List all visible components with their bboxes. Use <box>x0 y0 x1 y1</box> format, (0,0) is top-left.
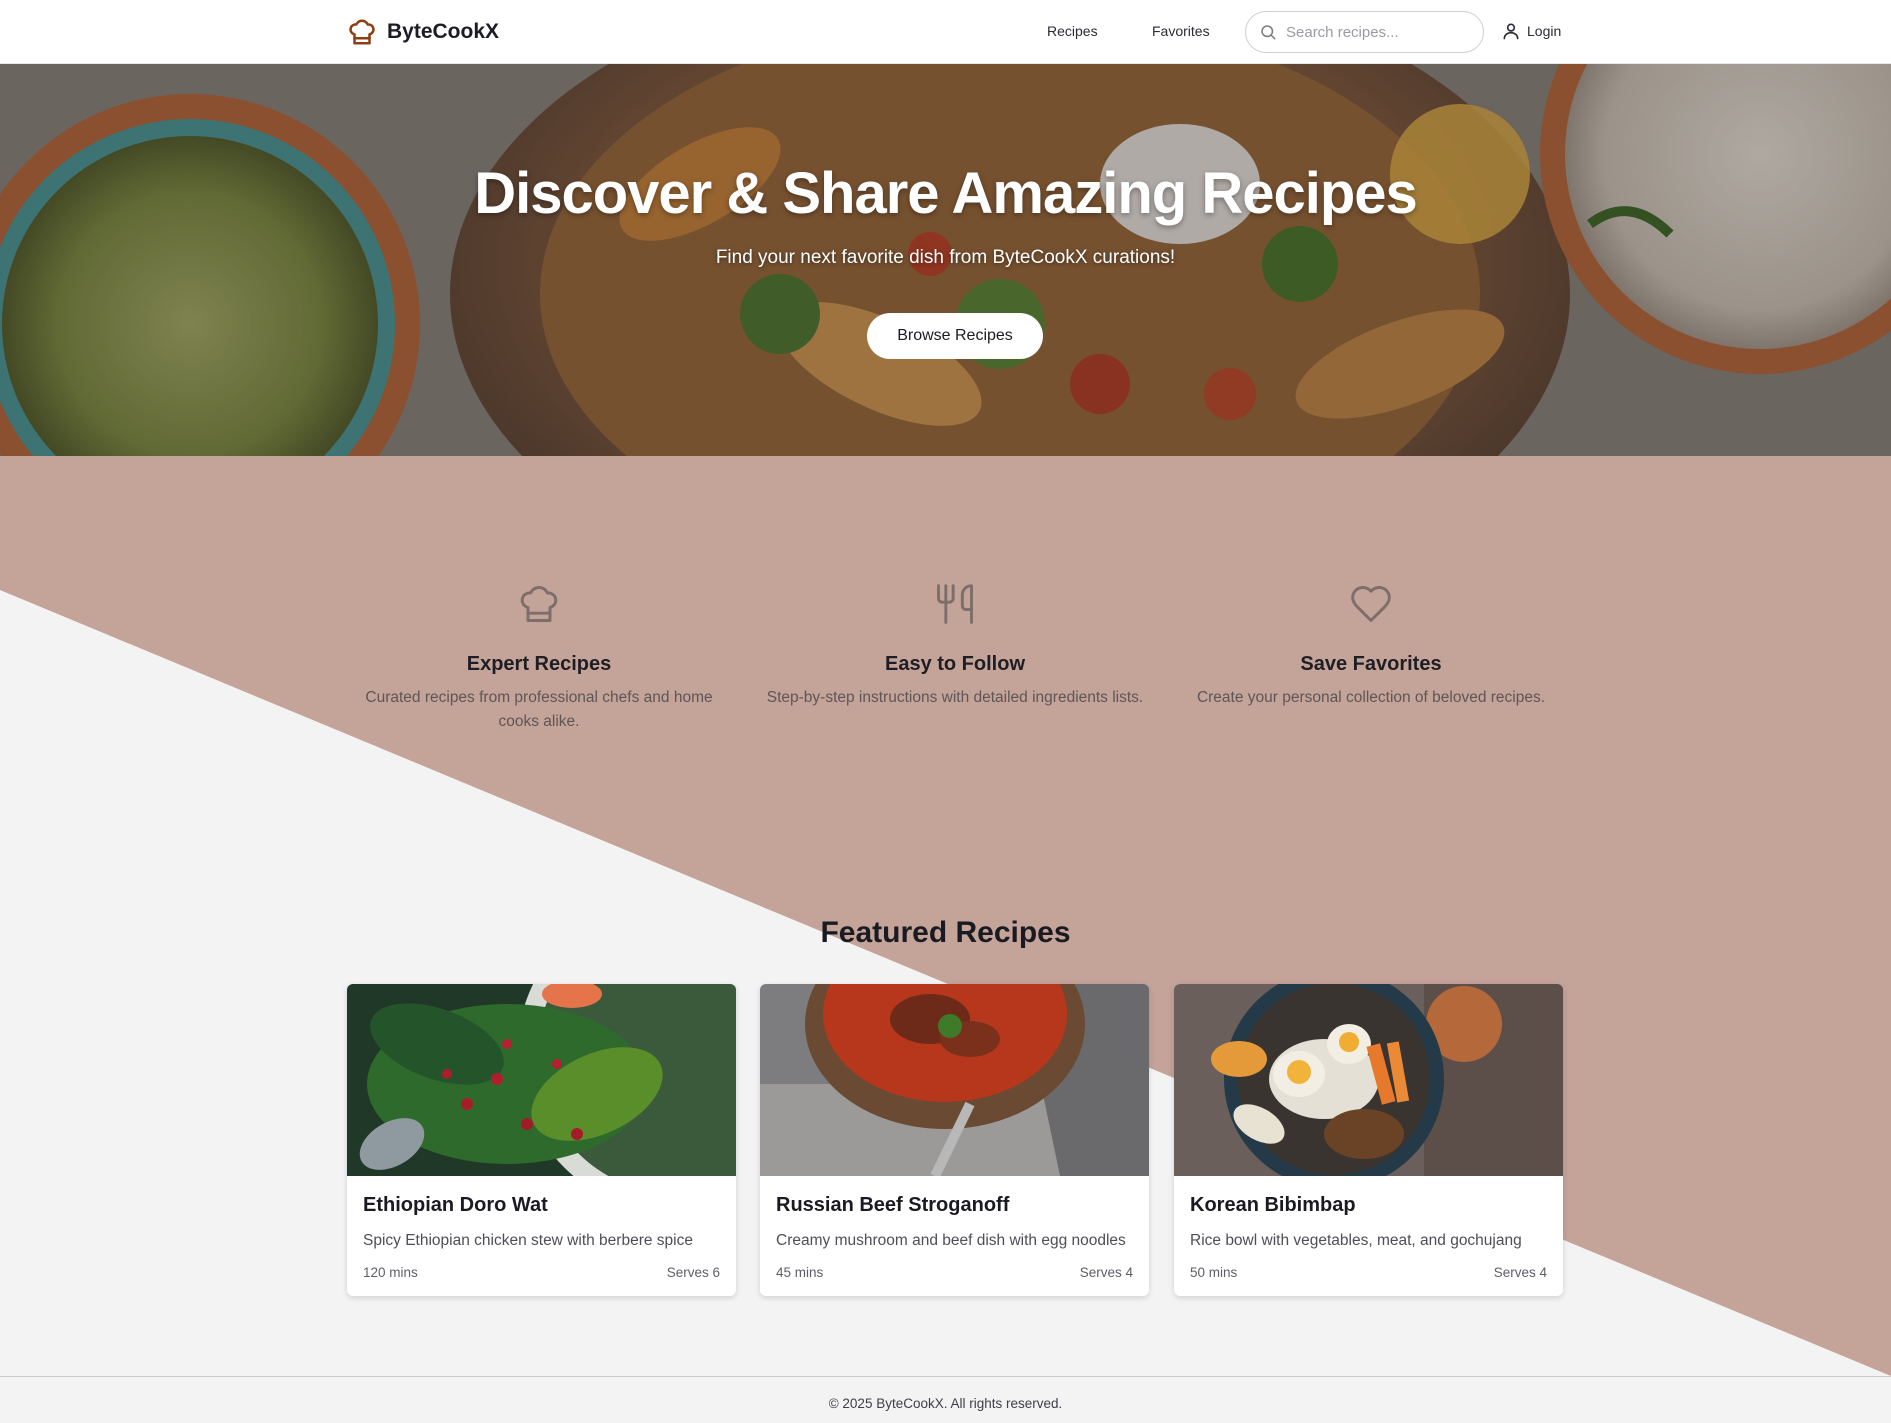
chef-hat-icon <box>349 19 375 45</box>
feature-title: Easy to Follow <box>884 653 1026 675</box>
recipe-serves: Serves 4 <box>1493 1265 1547 1280</box>
feature-description: Curated recipes from professional chefs … <box>365 689 713 730</box>
login-button[interactable]: Login <box>1501 21 1561 41</box>
search-box[interactable] <box>1245 11 1484 53</box>
feature-title: Save Favorites <box>1300 653 1442 675</box>
recipe-card-ethiopian-doro-wat[interactable]: Ethiopian Doro Wat Spicy Ethiopian chick… <box>347 984 736 1296</box>
feature-description: Step-by-step instructions with detailed … <box>766 689 1144 706</box>
recipe-meta: 45 mins Serves 4 <box>776 1265 1133 1280</box>
brand-logo-link[interactable]: ByteCookX <box>347 17 499 47</box>
page-footer: © 2025 ByteCookX. All rights reserved. <box>0 1376 1891 1423</box>
chef-hat-icon <box>520 586 558 622</box>
recipe-description: Creamy mushroom and beef dish with egg n… <box>776 1232 1126 1249</box>
recipe-time: 120 mins <box>363 1265 418 1280</box>
utensils-icon <box>937 584 973 624</box>
recipe-description: Rice bowl with vegetables, meat, and goc… <box>1190 1232 1522 1249</box>
feature-save-favorites: Save Favorites Create your personal coll… <box>1181 580 1561 710</box>
hero-title: Discover & Share Amazing Recipes <box>474 161 1418 226</box>
feature-description: Create your personal collection of belov… <box>1196 689 1546 706</box>
recipe-description: Spicy Ethiopian chicken stew with berber… <box>363 1232 693 1249</box>
nav-link-recipes[interactable]: Recipes <box>1047 23 1098 39</box>
recipe-image-soup <box>760 984 1149 1176</box>
recipe-title: Russian Beef Stroganoff <box>776 1194 1010 1216</box>
recipe-meta: 50 mins Serves 4 <box>1190 1265 1547 1280</box>
recipe-meta: 120 mins Serves 6 <box>363 1265 720 1280</box>
top-navbar: ByteCookX Recipes Favorites Login <box>0 0 1891 64</box>
search-input[interactable] <box>1286 23 1466 41</box>
nav-link-favorites[interactable]: Favorites <box>1152 23 1210 39</box>
feature-easy-to-follow: Easy to Follow Step-by-step instructions… <box>765 580 1145 710</box>
recipe-serves: Serves 6 <box>666 1265 720 1280</box>
heart-icon <box>1351 586 1391 622</box>
feature-title: Expert Recipes <box>466 653 612 675</box>
featured-recipes-heading: Featured Recipes <box>820 916 1071 949</box>
recipe-card-korean-bibimbap[interactable]: Korean Bibimbap Rice bowl with vegetable… <box>1174 984 1563 1296</box>
search-icon <box>1261 25 1276 40</box>
recipe-image-bibimbap <box>1174 984 1563 1176</box>
user-icon <box>1503 23 1519 40</box>
browse-recipes-button[interactable]: Browse Recipes <box>867 313 1043 359</box>
recipe-time: 45 mins <box>776 1265 824 1280</box>
feature-expert-recipes: Expert Recipes Curated recipes from prof… <box>349 580 729 734</box>
copyright-text: © 2025 ByteCookX. All rights reserved. <box>828 1396 1063 1411</box>
recipe-title: Korean Bibimbap <box>1190 1194 1356 1216</box>
recipe-serves: Serves 4 <box>1079 1265 1133 1280</box>
recipe-time: 50 mins <box>1190 1265 1238 1280</box>
login-label: Login <box>1527 23 1562 39</box>
hero-section: Discover & Share Amazing Recipes Find yo… <box>0 64 1891 456</box>
brand-name: ByteCookX <box>387 20 500 43</box>
hero-subtitle: Find your next favorite dish from ByteCo… <box>715 247 1176 268</box>
recipe-card-russian-beef-stroganoff[interactable]: Russian Beef Stroganoff Creamy mushroom … <box>760 984 1149 1296</box>
recipe-title: Ethiopian Doro Wat <box>363 1194 548 1216</box>
recipe-image-salad <box>347 984 736 1176</box>
